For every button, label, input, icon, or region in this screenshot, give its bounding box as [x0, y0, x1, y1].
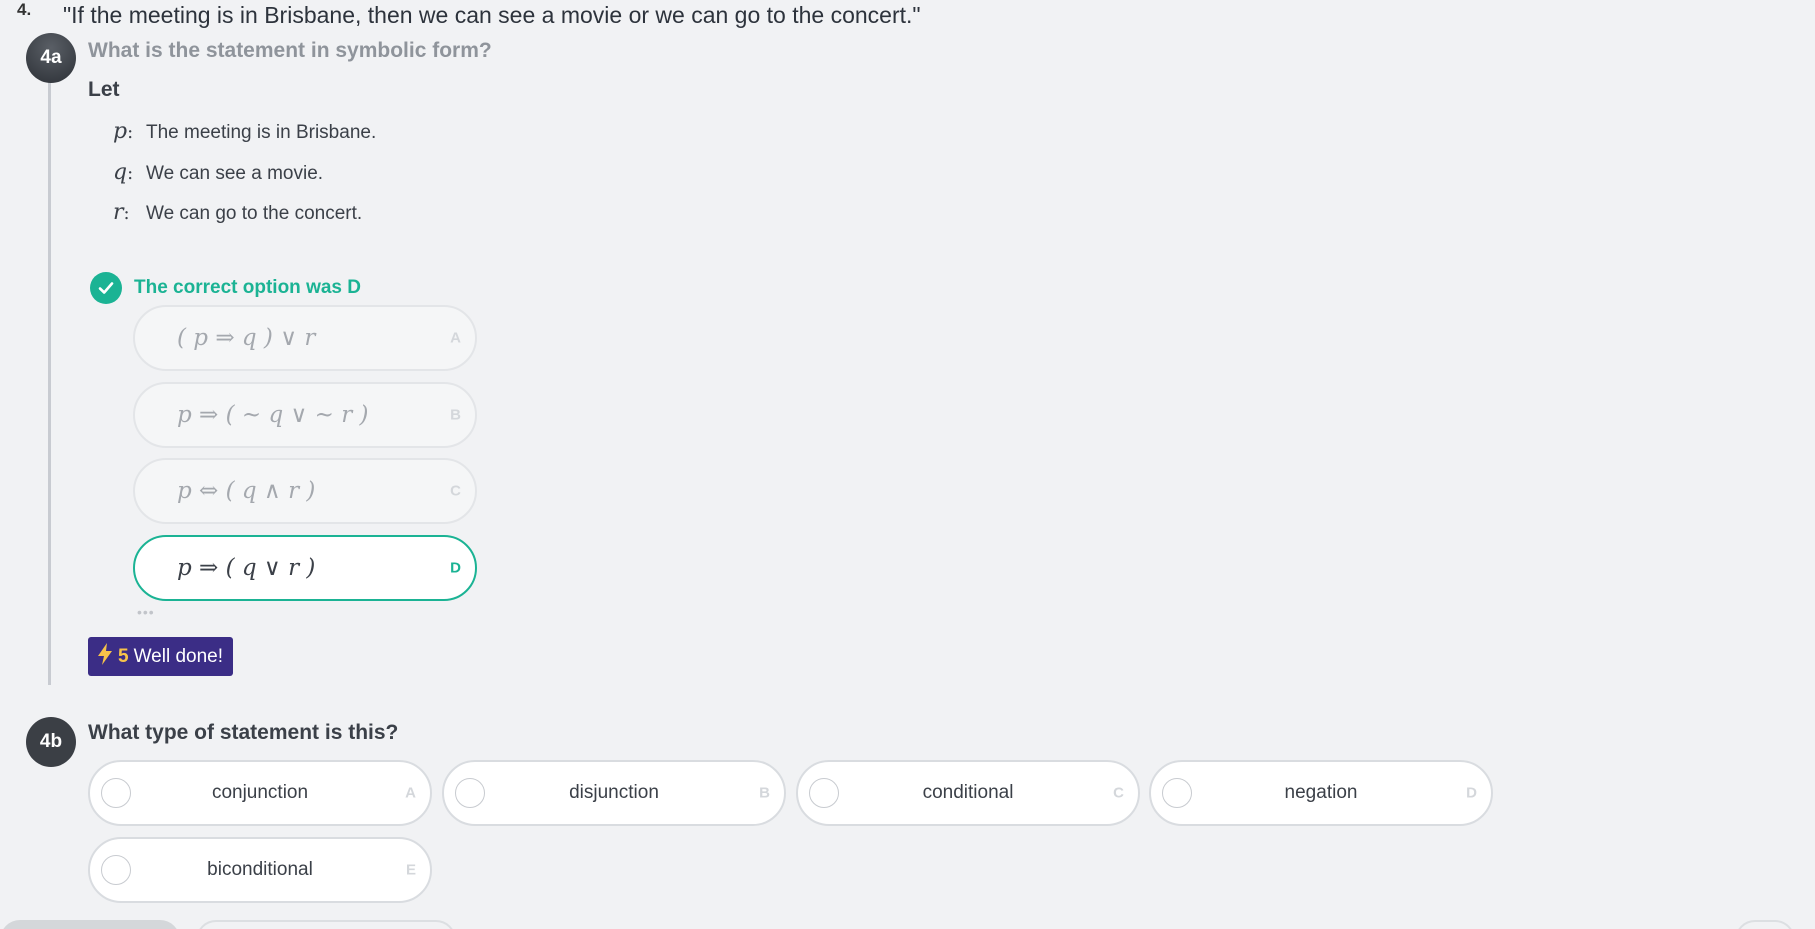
- choice-biconditional[interactable]: biconditional E: [88, 837, 432, 903]
- definition-p: p: The meeting is in Brisbane.: [113, 119, 376, 144]
- step-timeline: [48, 60, 51, 685]
- choice-disjunction[interactable]: disjunction B: [442, 760, 786, 826]
- reward-points: 5: [118, 645, 129, 667]
- choice-letter: D: [1466, 784, 1477, 802]
- page: 4. "If the meeting is in Brisbane, then …: [0, 0, 1815, 929]
- option-d-correct[interactable]: p ⇒ ( q ∨ r ) D: [133, 535, 477, 601]
- step-badge-4a[interactable]: 4a: [26, 33, 76, 83]
- radio-icon[interactable]: [101, 855, 131, 885]
- option-letter: A: [450, 329, 461, 347]
- step-badge-4b[interactable]: 4b: [26, 717, 76, 767]
- definition-r: r: We can go to the concert.: [113, 200, 362, 225]
- definition-variable: r:: [113, 200, 130, 225]
- option-letter: C: [450, 482, 461, 500]
- option-letter: D: [450, 559, 461, 577]
- radio-icon[interactable]: [1162, 778, 1192, 808]
- check-icon: [90, 272, 122, 304]
- option-expression: p ⇒ ( ~ q ∨ ~ r ): [177, 402, 369, 428]
- choice-label: biconditional: [207, 859, 313, 880]
- choice-letter: E: [405, 861, 416, 879]
- option-a[interactable]: ( p ⇒ q ) ∨ r A: [133, 305, 477, 371]
- bottom-button-secondary[interactable]: [196, 920, 456, 929]
- definition-variable: p:: [113, 119, 134, 144]
- reward-badge: 5 Well done!: [88, 637, 234, 676]
- let-label: Let: [88, 78, 120, 101]
- option-c[interactable]: p ⇔ ( q ∧ r ) C: [133, 458, 477, 524]
- definition-text: The meeting is in Brisbane.: [146, 122, 377, 143]
- part-b-prompt: What type of statement is this?: [88, 721, 399, 744]
- option-expression: ( p ⇒ q ) ∨ r: [177, 325, 316, 351]
- choice-conjunction[interactable]: conjunction A: [88, 760, 432, 826]
- definition-text: We can go to the concert.: [146, 203, 363, 224]
- option-expression: p ⇔ ( q ∧ r ): [177, 478, 316, 504]
- part-a-prompt: What is the statement in symbolic form?: [88, 39, 492, 62]
- radio-icon[interactable]: [455, 778, 485, 808]
- option-b[interactable]: p ⇒ ( ~ q ∨ ~ r ) B: [133, 382, 477, 448]
- definition-text: We can see a movie.: [146, 163, 324, 184]
- definition-variable: q:: [113, 160, 134, 185]
- definition-q: q: We can see a movie.: [113, 160, 323, 185]
- lightning-icon: [96, 642, 114, 672]
- option-letter: B: [450, 406, 461, 424]
- radio-icon[interactable]: [101, 778, 131, 808]
- choice-letter: B: [759, 784, 770, 802]
- choice-label: negation: [1284, 782, 1358, 803]
- feedback-text: The correct option was D: [134, 277, 361, 298]
- option-expression: p ⇒ ( q ∨ r ): [177, 555, 316, 581]
- bottom-button-right[interactable]: [1735, 920, 1795, 929]
- radio-icon[interactable]: [809, 778, 839, 808]
- choice-label: disjunction: [569, 782, 659, 803]
- choice-negation[interactable]: negation D: [1149, 760, 1493, 826]
- choice-label: conjunction: [211, 782, 309, 803]
- choice-letter: A: [405, 784, 416, 802]
- choice-label: conditional: [922, 782, 1014, 803]
- bottom-button-primary[interactable]: [0, 920, 180, 929]
- choice-conditional[interactable]: conditional C: [796, 760, 1140, 826]
- question-number: 4.: [17, 0, 32, 19]
- more-options-dots[interactable]: •••: [137, 604, 155, 620]
- question-statement: "If the meeting is in Brisbane, then we …: [63, 2, 921, 28]
- reward-message: Well done!: [133, 645, 224, 667]
- correct-feedback: The correct option was D: [90, 272, 361, 304]
- choice-letter: C: [1113, 784, 1124, 802]
